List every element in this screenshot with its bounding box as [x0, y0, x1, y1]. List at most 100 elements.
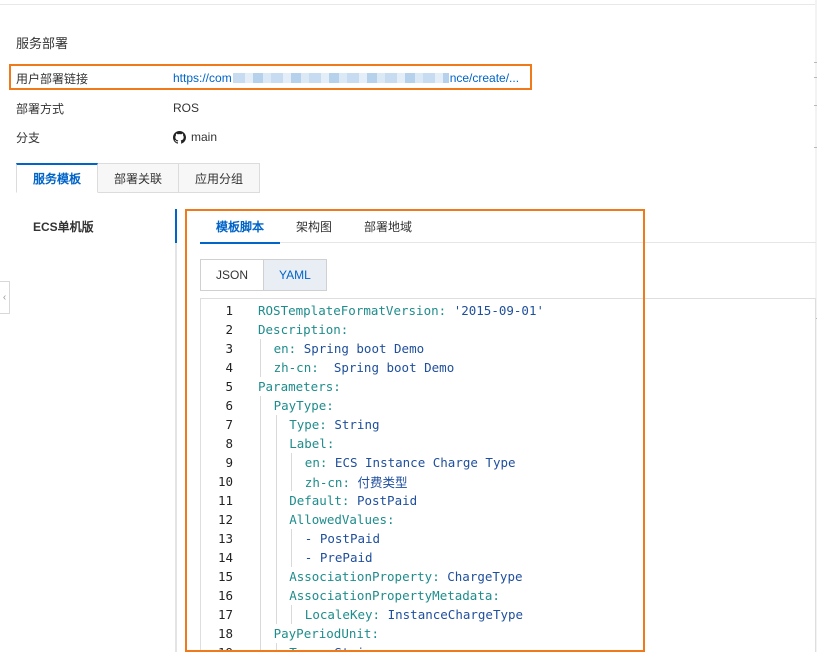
indent-guide	[260, 491, 261, 510]
line-number: 18	[217, 626, 233, 641]
line-number: 6	[225, 398, 233, 413]
yaml-button[interactable]: YAML	[264, 259, 327, 291]
yaml-key: AssociationPropertyMetadata	[289, 588, 493, 603]
tab-service-template[interactable]: 服务模板	[16, 163, 99, 193]
yaml-separator: :	[326, 436, 335, 451]
yaml-separator: :	[387, 512, 395, 527]
left-tab-ecs-single[interactable]: ECS单机版	[33, 218, 94, 235]
yaml-separator: :	[371, 626, 379, 641]
indent-guide	[275, 586, 277, 605]
line-number: 2	[225, 322, 233, 337]
tab-template-script[interactable]: 模板脚本	[200, 209, 281, 244]
yaml-key: en	[304, 455, 320, 470]
indent-guide	[275, 567, 277, 586]
yaml-separator: :	[288, 341, 304, 356]
yaml-separator: :	[319, 417, 335, 432]
code-text: AssociationPropertyMetadata:	[289, 588, 500, 603]
indent-guide	[275, 643, 277, 652]
line-number: 7	[225, 417, 233, 432]
line-number: 10	[217, 474, 233, 489]
yaml-value: ECS Instance Charge Type	[334, 455, 516, 470]
code-text: - PostPaid	[305, 531, 380, 546]
vertical-tab-indicator	[175, 209, 177, 243]
branch-value: main	[173, 130, 217, 144]
yaml-separator: :	[372, 607, 388, 622]
yaml-value: PostPaid	[356, 493, 418, 508]
code-text: Label:	[289, 436, 334, 451]
code-text: zh-cn: Spring boot Demo	[274, 360, 455, 375]
tab-deploy-association[interactable]: 部署关联	[98, 163, 180, 193]
code-line: 18 PayPeriodUnit:	[201, 624, 815, 643]
indent-guide	[260, 586, 261, 605]
code-editor[interactable]: 1 ROSTemplateFormatVersion: '2015-09-01' 2…	[200, 298, 816, 652]
section-title: 服务部署	[16, 36, 69, 51]
yaml-key: Default	[289, 493, 342, 508]
yaml-key: LocaleKey	[304, 607, 373, 622]
method-row: 部署方式 ROS	[16, 97, 199, 119]
yaml-key: zh-cn	[304, 475, 343, 490]
indent-guide	[275, 605, 277, 624]
inner-tabs: 模板脚本 架构图 部署地域	[200, 209, 816, 244]
indent-guide	[275, 472, 277, 491]
line-number: 19	[201, 645, 233, 652]
indent-guide	[291, 605, 293, 624]
yaml-value: 付费类型	[357, 475, 408, 490]
user-link-suffix: nce/create/...	[449, 71, 520, 85]
yaml-key: PayPeriodUnit	[273, 626, 372, 641]
yaml-key: AllowedValues	[289, 512, 388, 527]
indent-guide	[260, 567, 261, 586]
json-button[interactable]: JSON	[200, 259, 265, 291]
top-divider	[0, 4, 817, 5]
yaml-separator: :	[311, 360, 334, 375]
yaml-value: InstanceChargeType	[387, 607, 524, 622]
indent-guide	[291, 453, 293, 472]
yaml-key: Label	[289, 436, 327, 451]
code-text: en: Spring boot Demo	[274, 341, 425, 356]
line-number: 12	[217, 512, 233, 527]
indent-guide	[275, 453, 277, 472]
indent-guide	[260, 548, 261, 567]
yaml-key: PayType	[273, 398, 327, 413]
indent-guide	[291, 548, 293, 567]
yaml-separator: :	[340, 322, 349, 337]
indent-guide	[291, 472, 293, 491]
yaml-key: AssociationProperty	[289, 569, 433, 584]
code-text: en: ECS Instance Charge Type	[305, 455, 516, 470]
code-line: 15 AssociationProperty: ChargeType	[201, 567, 815, 586]
line-number: 16	[217, 588, 233, 603]
collapse-handle[interactable]: ‹	[0, 281, 10, 314]
code-text: zh-cn: 付费类型	[305, 472, 408, 491]
indent-guide	[275, 529, 277, 548]
indent-guide	[260, 396, 261, 415]
yaml-separator: :	[342, 475, 358, 490]
code-line: 1 ROSTemplateFormatVersion: '2015-09-01'	[201, 301, 815, 320]
code-lines: 1 ROSTemplateFormatVersion: '2015-09-01' 2…	[201, 301, 815, 652]
line-number: 8	[225, 436, 233, 451]
tab-architecture[interactable]: 架构图	[280, 209, 348, 243]
code-line: 16 AssociationPropertyMetadata:	[201, 586, 815, 605]
code-text: Type: String	[289, 645, 379, 652]
yaml-separator: :	[326, 398, 334, 413]
user-link-value[interactable]: https://com nce/create/...	[173, 71, 519, 85]
method-value: ROS	[173, 101, 200, 115]
tab-app-group[interactable]: 应用分组	[179, 163, 261, 193]
code-line: 6 PayType:	[201, 396, 815, 415]
indent-guide	[275, 415, 277, 434]
code-text: Default: PostPaid	[289, 493, 417, 508]
code-text: AllowedValues:	[289, 512, 394, 527]
yaml-value: Spring boot Demo	[303, 341, 425, 356]
indent-guide	[260, 510, 261, 529]
yaml-value: ChargeType	[447, 569, 523, 584]
code-line: 2 Description:	[201, 320, 815, 339]
code-text: AssociationProperty: ChargeType	[289, 569, 522, 584]
code-line: 14 - PrePaid	[201, 548, 815, 567]
redacted-url-segment	[232, 73, 449, 83]
code-line: 19 Type: String	[201, 643, 815, 652]
tab-deploy-region[interactable]: 部署地域	[348, 209, 428, 243]
github-icon	[173, 130, 186, 144]
indent-guide	[260, 453, 261, 472]
indent-guide	[260, 434, 261, 453]
indent-guide	[260, 624, 261, 643]
yaml-separator: :	[319, 455, 335, 470]
yaml-separator: :	[341, 493, 357, 508]
